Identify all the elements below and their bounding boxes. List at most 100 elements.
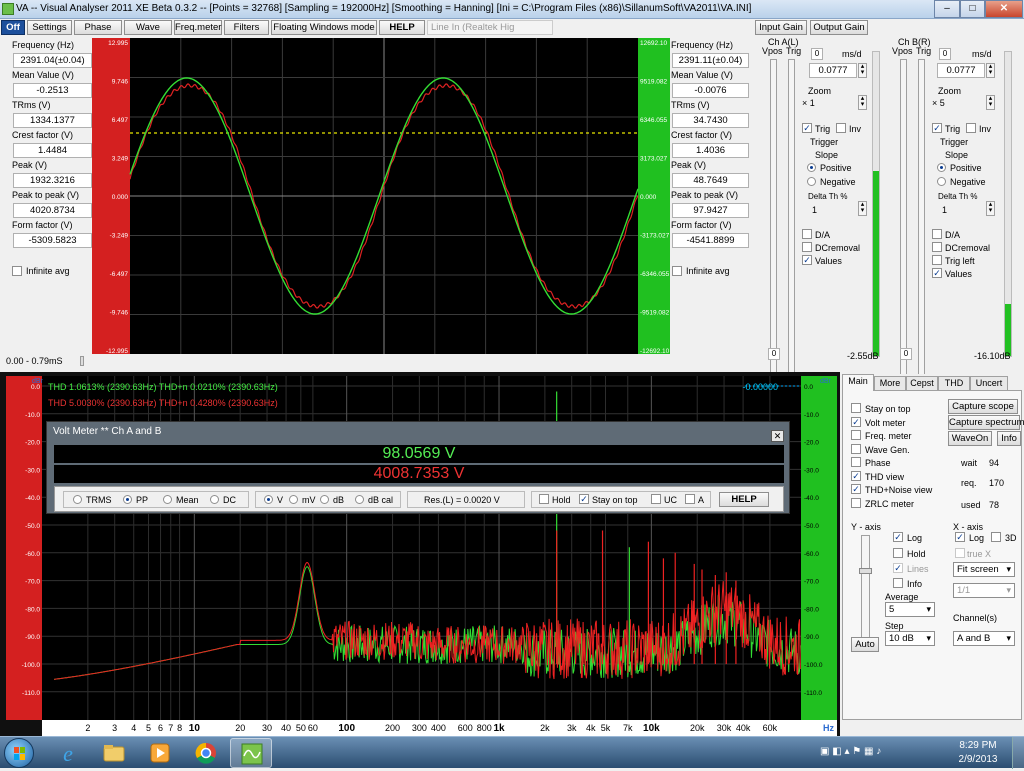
time-scrollbar[interactable]	[80, 356, 84, 366]
panel-checkbox[interactable]	[851, 497, 861, 508]
infinite-avg-checkbox-a[interactable]	[12, 266, 22, 276]
hold-checkbox[interactable]	[539, 494, 549, 504]
chb-negative-radio[interactable]	[937, 177, 946, 186]
cha-vpos-slider[interactable]	[770, 59, 777, 375]
chb-msd-field[interactable]: 0.0777	[937, 63, 985, 78]
chb-trig-slider[interactable]	[918, 59, 925, 375]
cha-dcremoval-checkbox[interactable]	[802, 242, 812, 252]
stayontop-checkbox[interactable]: ✓	[579, 494, 589, 504]
freqmeter-button[interactable]: Freq.meter	[174, 20, 222, 35]
x3d-checkbox[interactable]	[991, 532, 1001, 542]
tab-main[interactable]: Main	[842, 374, 874, 391]
close-button[interactable]: ✕	[985, 0, 1023, 18]
tray-flag-icon[interactable]: ⚑	[852, 746, 861, 757]
channels-select[interactable]: A and B	[953, 631, 1015, 646]
chb-delta-spinner[interactable]: ▴ ▾	[986, 201, 995, 216]
cha-values-checkbox[interactable]: ✓	[802, 255, 812, 265]
maximize-button[interactable]: □	[960, 0, 985, 18]
cha-trig-checkbox[interactable]: ✓	[802, 123, 812, 133]
settings-button[interactable]: Settings	[27, 20, 72, 35]
chb-delta-value[interactable]: 1	[942, 205, 947, 215]
db-radio[interactable]	[320, 495, 329, 504]
panel-checkbox[interactable]	[851, 457, 861, 467]
filters-button[interactable]: Filters	[224, 20, 269, 35]
tray-date[interactable]: 2/9/2013	[948, 754, 1008, 765]
y-axis-slider-thumb[interactable]	[859, 568, 872, 574]
chb-zoom-value[interactable]: 5	[940, 98, 945, 108]
step-select[interactable]: 10 dB	[885, 631, 935, 646]
chb-da-checkbox[interactable]	[932, 229, 942, 239]
tray-network-icon[interactable]: ▦	[864, 746, 873, 757]
xlog-checkbox[interactable]: ✓	[955, 532, 965, 542]
start-button[interactable]	[4, 738, 34, 768]
tray-shield-icon[interactable]: ▣	[820, 746, 829, 757]
volt-meter-close-button[interactable]: ✕	[771, 430, 784, 442]
cha-positive-radio[interactable]	[807, 163, 816, 172]
cha-trig-slider[interactable]	[788, 59, 795, 375]
tray-show-hidden-icon[interactable]: ▴	[844, 746, 849, 757]
v-radio[interactable]	[264, 495, 273, 504]
ylog-checkbox[interactable]: ✓	[893, 532, 903, 542]
ie-taskbar-button[interactable]: e	[50, 739, 86, 767]
panel-checkbox[interactable]: ✓	[851, 416, 861, 427]
panel-checkbox[interactable]	[851, 443, 861, 454]
tray-volume-icon[interactable]: ♪	[876, 746, 881, 757]
waveon-button[interactable]: WaveOn	[948, 431, 992, 446]
cha-zoom-value[interactable]: 1	[810, 98, 815, 108]
panel-checkbox[interactable]: ✓	[851, 470, 861, 481]
chb-vpos-slider[interactable]	[900, 59, 907, 375]
dbcal-radio[interactable]	[355, 495, 364, 504]
input-device-select[interactable]: Line In (Realtek Hig	[427, 20, 553, 35]
panel-checkbox[interactable]	[851, 403, 861, 413]
visual-analyser-taskbar-button[interactable]	[230, 738, 272, 768]
ylines-checkbox[interactable]: ✓	[893, 563, 903, 573]
capture-spectrum-button[interactable]: Capture spectrum	[948, 415, 1024, 430]
tab-cepst[interactable]: Cepst	[906, 376, 938, 391]
cha-zoom-spinner[interactable]: ▴ ▾	[858, 95, 867, 110]
average-select[interactable]: 5	[885, 602, 935, 617]
volt-meter-window[interactable]: Volt Meter ** Ch A and B ✕ 98.0569 V 400…	[46, 421, 790, 514]
mv-radio[interactable]	[289, 495, 298, 504]
minimize-button[interactable]: –	[934, 0, 960, 18]
cha-negative-radio[interactable]	[807, 177, 816, 186]
output-gain-button[interactable]: Output Gain	[810, 20, 868, 35]
chb-trig-checkbox[interactable]: ✓	[932, 123, 942, 133]
tray-time[interactable]: 8:29 PM	[948, 740, 1008, 751]
wave-button[interactable]: Wave	[124, 20, 172, 35]
chb-msd-spinner[interactable]: ▴ ▾	[986, 63, 995, 78]
tab-thd[interactable]: THD	[938, 376, 970, 391]
volt-meter-help-button[interactable]: HELP	[719, 492, 769, 507]
dc-radio[interactable]	[210, 495, 219, 504]
tray-app-icon[interactable]: ◧	[832, 746, 841, 757]
tray-icons[interactable]: ▣ ◧ ▴ ⚑ ▦ ♪	[820, 746, 930, 760]
pp-radio[interactable]	[123, 495, 132, 504]
cha-delta-spinner[interactable]: ▴ ▾	[858, 201, 867, 216]
infinite-avg-checkbox-b[interactable]	[672, 266, 682, 276]
floating-windows-button[interactable]: Floating Windows mode	[271, 20, 377, 35]
explorer-taskbar-button[interactable]	[96, 739, 132, 767]
chb-dcremoval-checkbox[interactable]	[932, 242, 942, 252]
cha-inv-checkbox[interactable]	[836, 123, 846, 133]
info-button[interactable]: Info	[997, 431, 1021, 446]
y-axis-slider[interactable]	[859, 535, 872, 642]
help-button[interactable]: HELP	[379, 20, 425, 35]
oscilloscope-plot[interactable]: 12.995 9.746 6.497 3.249 0.000 -3.249 -6.497 -9…	[92, 38, 670, 354]
panel-checkbox[interactable]	[851, 430, 861, 440]
phase-button[interactable]: Phase	[74, 20, 122, 35]
tab-more[interactable]: More	[874, 376, 906, 391]
truex-checkbox[interactable]	[955, 548, 965, 558]
uc-checkbox[interactable]	[651, 494, 661, 504]
chb-positive-radio[interactable]	[937, 163, 946, 172]
cha-da-checkbox[interactable]	[802, 229, 812, 239]
auto-button[interactable]: Auto	[851, 637, 879, 652]
cha-msd-spinner[interactable]: ▴ ▾	[858, 63, 867, 78]
media-player-taskbar-button[interactable]	[142, 739, 178, 767]
yhold-checkbox[interactable]	[893, 548, 903, 558]
chb-values-checkbox[interactable]: ✓	[932, 268, 942, 278]
off-button[interactable]: Off	[1, 20, 25, 35]
trms-radio[interactable]	[73, 495, 82, 504]
capture-scope-button[interactable]: Capture scope	[948, 399, 1018, 414]
cha-msd-field[interactable]: 0.0777	[809, 63, 857, 78]
a-checkbox[interactable]	[685, 494, 695, 504]
chb-trigleft-checkbox[interactable]	[932, 255, 942, 265]
